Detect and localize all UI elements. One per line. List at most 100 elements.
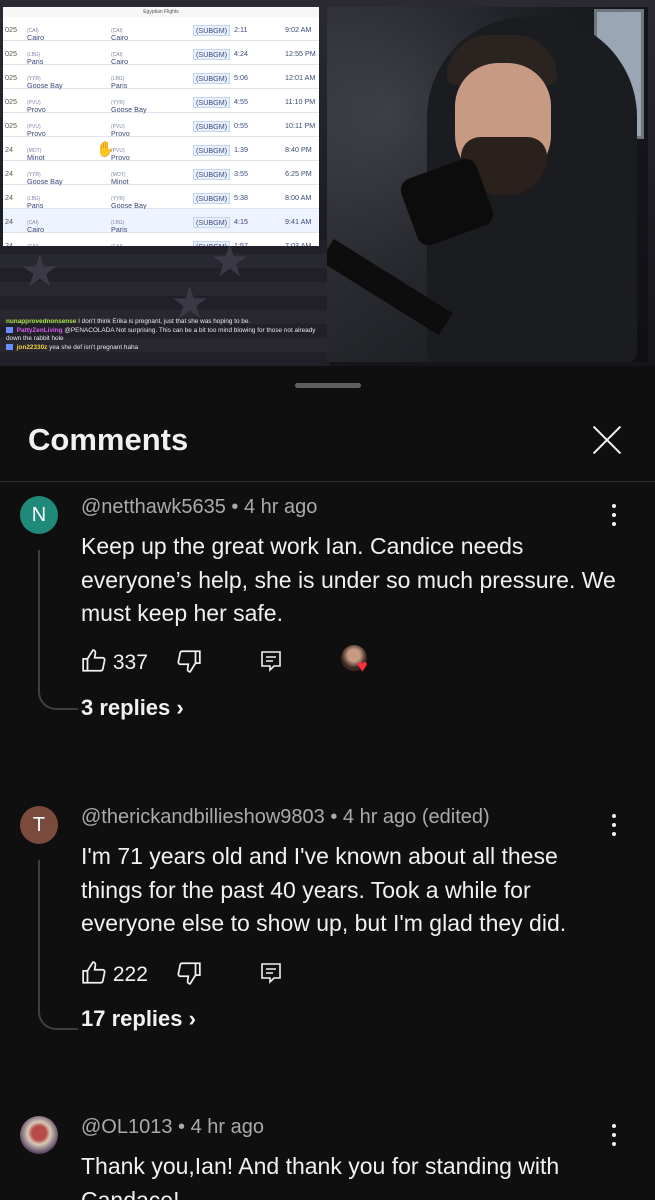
chat-badge-icon <box>6 326 13 333</box>
comment-meta: @therickandbillieshow9803 • 4 hr ago (ed… <box>81 806 490 828</box>
comment-time: 4 hr ago (edited) <box>342 806 490 828</box>
flight-row: 025 Paris (LBG) Cairo (CAI) (SUBGM) 4:24 12:5… <box>3 41 319 66</box>
thumbs-down-icon <box>177 962 201 985</box>
flight-row: 24 Paris (LBG) Goose Bay (YYR) (SUBGM) 5:38 8… <box>3 185 319 210</box>
flight-time: 12:01 AM <box>285 73 316 82</box>
chat-badge-icon <box>6 344 13 351</box>
flight-destination: Goose Bay (YYR) <box>111 196 147 210</box>
more-options-icon[interactable] <box>606 812 622 838</box>
flight-number: 24 <box>5 145 13 154</box>
view-replies-button[interactable]: 17 replies › <box>81 1006 196 1032</box>
comment-text: Keep up the great work Ian. Candice need… <box>81 533 616 626</box>
flight-destination: Cairo (CAI) <box>111 52 129 66</box>
dislike-button[interactable] <box>176 960 202 987</box>
flight-duration: 4:15 <box>234 217 248 226</box>
flight-number: 24 <box>5 193 13 202</box>
flight-row: 24 Goose Bay (YYR) Minot (MOT) (SUBGM) 3:55 6… <box>3 161 319 186</box>
chat-message: nunapprovednonsense I don't think Erika … <box>6 318 324 327</box>
comment-author[interactable]: @OL1013 <box>81 1116 172 1138</box>
flight-time: 6:25 PM <box>285 169 312 178</box>
flight-type: (SUBGM) <box>193 73 231 84</box>
flight-origin: Provo (PVU) <box>27 124 46 138</box>
flight-number: 24 <box>5 217 13 226</box>
reply-button[interactable] <box>259 648 283 675</box>
flight-number: 025 <box>5 49 17 58</box>
dislike-button[interactable] <box>176 648 202 675</box>
chat-text: yea she def isn't pregnant haha <box>49 343 139 351</box>
avatar[interactable]: T <box>20 806 58 844</box>
webcam-feed <box>327 7 648 362</box>
video-player[interactable]: ★ ★ ★ Egyptian Flights 025 Cairo (CAI) Cai… <box>0 0 655 366</box>
reply-button[interactable] <box>259 960 283 987</box>
flight-duration: 4:24 <box>234 49 248 58</box>
flight-number: 24 <box>5 169 13 178</box>
flight-type: (SUBGM) <box>193 145 231 156</box>
flight-origin: Minot (MOT) <box>27 148 45 162</box>
hand-cursor-icon: ✋ <box>96 141 115 158</box>
avatar[interactable]: N <box>20 496 58 534</box>
chat-message: PattyZenLiving @PENACOLADA Not surprisin… <box>6 327 324 344</box>
flight-time: 7:03 AM <box>285 241 312 246</box>
flight-type: (SUBGM) <box>193 121 231 132</box>
flight-row: 025 Provo (PVU) Provo (PVU) (SUBGM) 0:55 10:1… <box>3 113 319 138</box>
chat-username: PattyZenLiving <box>16 326 63 334</box>
star-decoration: ★ <box>210 237 250 286</box>
flight-duration: 2:11 <box>234 25 248 34</box>
chat-text: I don't think Erika is pregnant, just th… <box>78 318 251 325</box>
like-button[interactable]: 222 <box>81 960 148 987</box>
flight-time: 12:55 PM <box>285 49 316 58</box>
comment-text: I'm 71 years old and I've known about al… <box>81 843 567 936</box>
reply-icon <box>261 963 281 984</box>
replies-count: 17 replies <box>81 1006 183 1031</box>
more-options-icon[interactable] <box>606 1122 622 1148</box>
flight-row: 025 Cairo (CAI) Cairo (CAI) (SUBGM) 2:11 9:02… <box>3 17 319 42</box>
drag-handle[interactable] <box>295 383 361 388</box>
flight-origin: Goose Bay (YYR) <box>27 172 63 186</box>
flight-time: 8:40 PM <box>285 145 312 154</box>
flight-duration: 1:57 <box>234 241 248 246</box>
more-options-icon[interactable] <box>606 502 622 528</box>
comment-author[interactable]: @netthawk5635 <box>81 496 226 518</box>
flight-type: (SUBGM) <box>193 25 231 36</box>
thumbs-down-icon <box>177 650 201 673</box>
flight-duration: 4:55 <box>234 97 248 106</box>
thread-line <box>38 550 78 710</box>
flight-duration: 1:39 <box>234 145 248 154</box>
flight-row: 025 Goose Bay (YYR) Paris (LBG) (SUBGM) 5:06… <box>3 65 319 90</box>
chat-username: jon22330z <box>16 343 48 351</box>
flight-duration: 5:06 <box>234 73 248 82</box>
flights-table-title: Egyptian Flights <box>3 7 319 17</box>
avatar[interactable] <box>20 1116 58 1154</box>
flight-origin: Paris (LBG) <box>27 196 44 210</box>
stream-chat: nunapprovednonsense I don't think Erika … <box>6 318 324 352</box>
flight-origin: Cairo (CAI) <box>27 220 45 234</box>
flight-time: 9:41 AM <box>285 217 312 226</box>
flight-number: 025 <box>5 97 17 106</box>
thumbs-up-icon <box>82 649 106 672</box>
chat-username: nunapprovednonsense <box>6 318 77 325</box>
flight-destination: Cairo (CAI) <box>111 28 129 42</box>
chevron-right-icon: › <box>188 1006 196 1031</box>
flight-origin: Paris (LBG) <box>27 52 44 66</box>
comments-title: Comments <box>28 422 189 457</box>
flight-row: 24 Cairo (CAI) Paris (LBG) (SUBGM) 4:15 9:41 … <box>3 209 319 234</box>
comment-meta: @netthawk5635 • 4 hr ago <box>81 496 318 518</box>
comments-sheet: Comments N @netthawk5635 • 4 hr ago Keep… <box>0 366 655 1200</box>
flight-duration: 0:55 <box>234 121 248 130</box>
like-button[interactable]: 337 <box>81 648 148 675</box>
comment-author[interactable]: @therickandbillieshow9803 <box>81 806 325 828</box>
flight-time: 11:10 PM <box>285 97 316 106</box>
divider <box>0 481 655 482</box>
flight-number: 025 <box>5 121 17 130</box>
thread-line <box>38 860 78 1030</box>
star-decoration: ★ <box>20 247 60 296</box>
flight-type: (SUBGM) <box>193 193 231 204</box>
flight-time: 8:00 AM <box>285 193 312 202</box>
chevron-right-icon: › <box>176 695 184 720</box>
close-icon[interactable] <box>590 423 624 457</box>
view-replies-button[interactable]: 3 replies › <box>81 695 184 721</box>
flight-origin: Cairo (CAI) <box>27 28 45 42</box>
flight-number: 025 <box>5 25 17 34</box>
flight-type: (SUBGM) <box>193 97 231 108</box>
flight-duration: 5:38 <box>234 193 248 202</box>
